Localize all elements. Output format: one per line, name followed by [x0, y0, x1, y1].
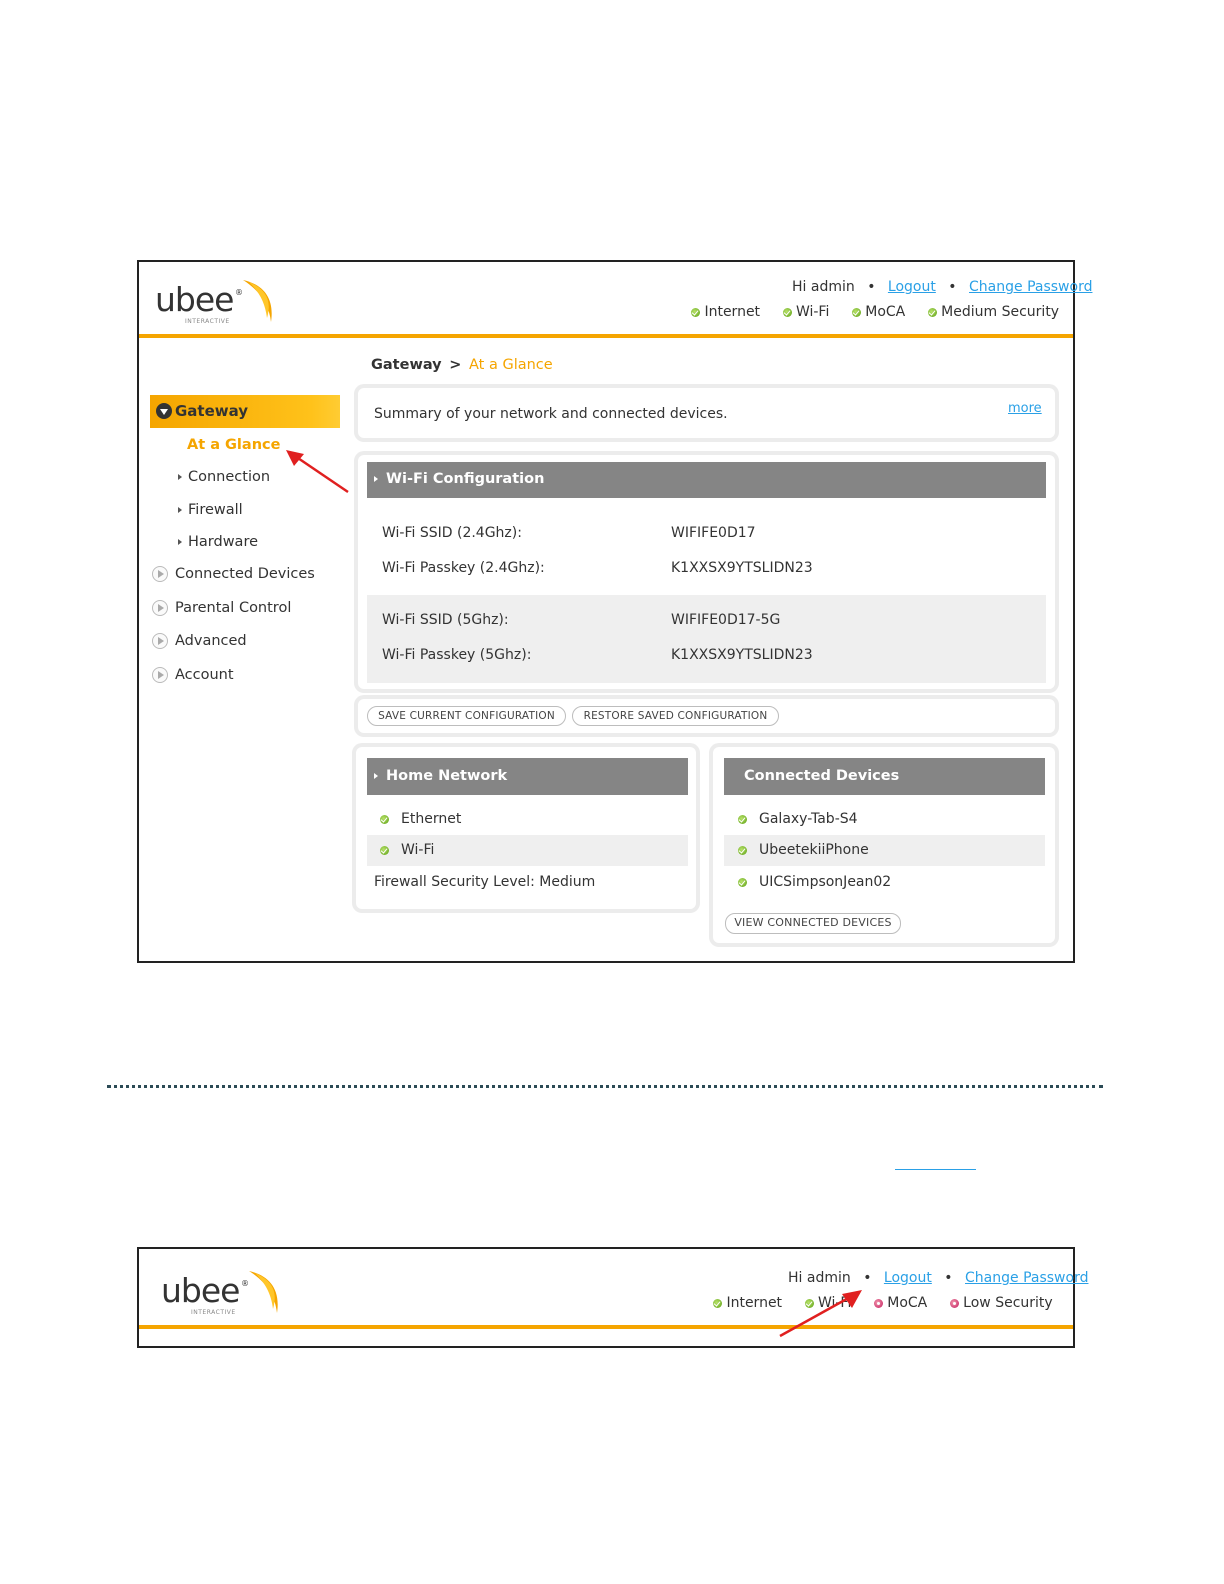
status-moca: MoCA: [851, 304, 905, 320]
connected-devices-header[interactable]: Connected Devices: [724, 758, 1045, 795]
device-item[interactable]: Galaxy-Tab-S4: [738, 811, 858, 827]
check-icon: [738, 877, 747, 887]
header-divider: [139, 334, 1073, 338]
wifi-passkey-24-value: K1XXSX9YTSLIDN23: [671, 560, 813, 576]
sidebar-item-connection[interactable]: Connection: [178, 469, 270, 485]
check-icon: [691, 307, 700, 317]
check-icon: [380, 814, 389, 824]
sidebar-item-at-a-glance[interactable]: At a Glance: [187, 437, 280, 453]
greeting: Hi admin: [792, 279, 855, 295]
annotation-arrow: [779, 1290, 862, 1338]
status-security: Medium Security: [927, 304, 1059, 320]
breadcrumb-root[interactable]: Gateway: [371, 357, 442, 373]
breadcrumb-current: At a Glance: [469, 357, 553, 373]
status-bar: Internet Wi-Fi MoCA Medium Security: [691, 304, 1059, 320]
sidebar-item-account[interactable]: Account: [152, 667, 234, 683]
wifi-ssid-24-label: Wi-Fi SSID (2.4Ghz):: [382, 525, 522, 541]
alert-icon: [949, 1298, 959, 1308]
status-internet: Internet: [713, 1295, 782, 1311]
play-circle-icon: [152, 667, 168, 683]
status-moca: MoCA: [873, 1295, 927, 1311]
check-icon: [738, 814, 747, 824]
status-wifi: Wi-Fi: [782, 304, 829, 320]
wifi-config-header[interactable]: Wi-Fi Configuration: [367, 462, 1046, 498]
logout-link[interactable]: Logout: [884, 1270, 932, 1286]
sidebar-item-advanced[interactable]: Advanced: [152, 633, 247, 649]
header-divider: [139, 1325, 1073, 1329]
logo-word: ubee: [155, 280, 234, 319]
wifi-ssid-5-label: Wi-Fi SSID (5Ghz):: [382, 612, 509, 628]
device-item[interactable]: UbeetekiiPhone: [738, 842, 869, 858]
home-network-wifi: Wi-Fi: [380, 842, 434, 858]
caret-right-icon: [178, 539, 182, 545]
logo-word: ubee: [161, 1271, 240, 1310]
check-icon: [927, 307, 937, 317]
check-icon: [738, 845, 747, 855]
caret-right-icon: [374, 773, 378, 779]
logo-tagline: INTERACTIVE: [191, 1309, 236, 1316]
ubee-logo[interactable]: ubee ® INTERACTIVE: [161, 1267, 291, 1319]
change-password-link[interactable]: Change Password: [965, 1270, 1088, 1286]
status-bar: Internet Wi-Fi MoCA Low Security: [713, 1295, 1053, 1311]
sidebar-item-hardware[interactable]: Hardware: [178, 534, 258, 550]
sidebar-item-parental-control[interactable]: Parental Control: [152, 600, 291, 616]
play-circle-icon: [152, 633, 168, 649]
home-network-header[interactable]: Home Network: [367, 758, 688, 795]
play-circle-icon: [152, 566, 168, 582]
logo-wing-icon: [243, 280, 272, 322]
logo-tagline: INTERACTIVE: [185, 318, 230, 325]
link-underline: [895, 1169, 976, 1170]
status-internet: Internet: [691, 304, 760, 320]
wifi-passkey-5-value: K1XXSX9YTSLIDN23: [671, 647, 813, 663]
user-links: Hi admin • Logout • Change Password: [788, 1270, 1089, 1286]
device-item[interactable]: UICSimpsonJean02: [738, 874, 891, 890]
caret-right-icon: [178, 507, 182, 513]
wifi-passkey-24-label: Wi-Fi Passkey (2.4Ghz):: [382, 560, 545, 576]
summary-text: Summary of your network and connected de…: [374, 406, 728, 422]
chevron-down-icon: [156, 403, 172, 419]
annotation-arrow: [286, 450, 349, 494]
user-links: Hi admin • Logout • Change Password: [792, 279, 1093, 295]
save-config-button[interactable]: SAVE CURRENT CONFIGURATION: [367, 706, 566, 726]
sidebar-item-label: Gateway: [175, 402, 249, 420]
check-icon: [380, 845, 389, 855]
caret-right-icon: [178, 474, 182, 480]
sidebar-item-connected-devices[interactable]: Connected Devices: [152, 566, 315, 582]
check-icon: [782, 307, 792, 317]
caret-right-icon: [374, 476, 378, 482]
firewall-level: Firewall Security Level: Medium: [374, 874, 596, 890]
wifi-passkey-5-label: Wi-Fi Passkey (5Ghz):: [382, 647, 532, 663]
ubee-logo[interactable]: ubee ® INTERACTIVE: [155, 276, 285, 328]
check-icon: [713, 1298, 722, 1308]
sidebar-item-gateway[interactable]: Gateway: [150, 395, 340, 428]
breadcrumb: Gateway > At a Glance: [371, 357, 553, 373]
view-connected-devices-button[interactable]: VIEW CONNECTED DEVICES: [725, 913, 901, 934]
logo-wing-icon: [249, 1271, 278, 1313]
logout-link[interactable]: Logout: [888, 279, 936, 295]
section-divider: [107, 1085, 1103, 1088]
greeting: Hi admin: [788, 1270, 851, 1286]
more-link[interactable]: more: [1008, 401, 1042, 416]
alert-icon: [873, 1298, 883, 1308]
wifi-ssid-24-value: WIFIFE0D17: [671, 525, 756, 541]
wifi-5g-block: [367, 595, 1046, 683]
status-security: Low Security: [949, 1295, 1053, 1311]
home-network-ethernet: Ethernet: [380, 811, 461, 827]
sidebar-item-firewall[interactable]: Firewall: [178, 502, 243, 518]
play-circle-icon: [152, 600, 168, 616]
wifi-ssid-5-value: WIFIFE0D17-5G: [671, 612, 781, 628]
check-icon: [851, 307, 861, 317]
change-password-link[interactable]: Change Password: [969, 279, 1092, 295]
restore-config-button[interactable]: RESTORE SAVED CONFIGURATION: [572, 706, 779, 726]
